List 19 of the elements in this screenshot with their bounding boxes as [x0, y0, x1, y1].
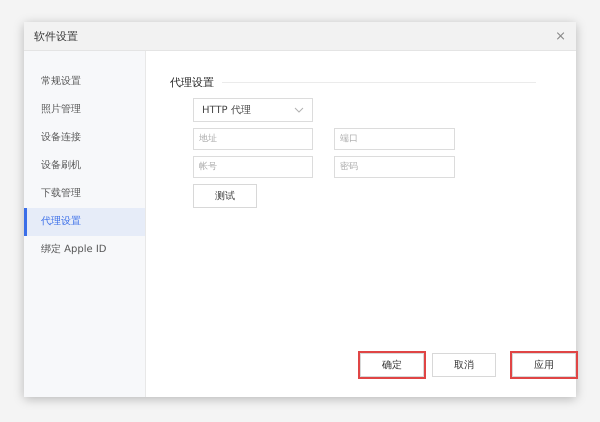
proxy-type-dropdown[interactable]: HTTP 代理 — [193, 98, 313, 122]
sidebar-item[interactable]: 常规设置 — [24, 68, 145, 96]
section-title: 代理设置 — [170, 75, 214, 90]
chevron-down-icon — [294, 107, 304, 113]
input-field[interactable]: 帐号 — [193, 156, 313, 178]
input-field[interactable]: 地址 — [193, 128, 313, 150]
dialog-button[interactable]: 确定 — [360, 353, 424, 377]
test-button[interactable]: 测试 — [193, 184, 257, 208]
sidebar-item[interactable]: 绑定 Apple ID — [24, 236, 145, 264]
sidebar-item[interactable]: 设备刷机 — [24, 152, 145, 180]
sidebar-item[interactable]: 照片管理 — [24, 96, 145, 124]
window-title: 软件设置 — [34, 28, 78, 44]
input-field[interactable]: 密码 — [334, 156, 455, 178]
input-field[interactable]: 端口 — [334, 128, 455, 150]
dialog-button[interactable]: 取消 — [432, 353, 496, 377]
dialog-button[interactable]: 应用 — [512, 353, 576, 377]
sidebar-item[interactable]: 设备连接 — [24, 124, 145, 152]
sidebar-item[interactable]: 下载管理 — [24, 180, 145, 208]
sidebar-item[interactable]: 代理设置 — [24, 208, 145, 236]
